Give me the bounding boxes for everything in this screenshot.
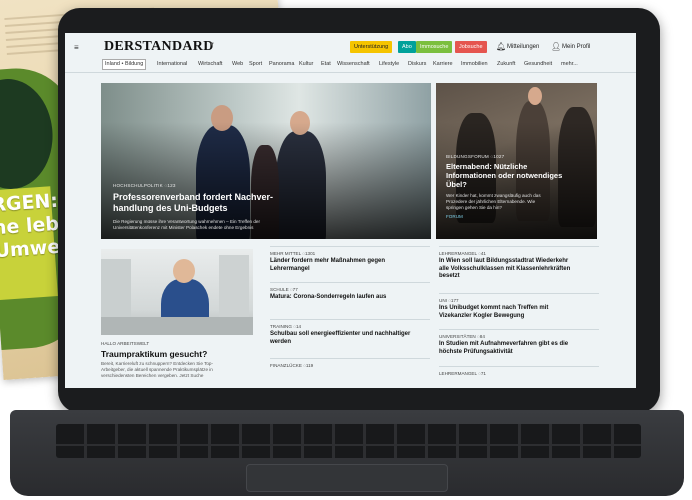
- abo-button[interactable]: Abo: [398, 41, 416, 53]
- nav-item-web[interactable]: Web: [232, 61, 243, 67]
- forum-story-card[interactable]: BILDUNGSFORUM ◌1027 Elternabend: Nützlic…: [436, 83, 597, 239]
- keyboard-row-gap: [56, 444, 641, 446]
- list-item[interactable]: UNIVERSITÄTEN ◌84 In Studien mit Aufnahm…: [439, 329, 599, 355]
- lead-teaser: Die Regierung müsse ihre Verantwortung w…: [113, 219, 260, 230]
- nav-item-etat[interactable]: Etat: [321, 61, 331, 67]
- nav-item-immobilien[interactable]: Immobilien: [461, 61, 488, 67]
- trackpad: [246, 464, 448, 492]
- photo-window: [219, 255, 249, 325]
- feature-card[interactable]: HALLO ARBEITSWELT Traumpraktikum gesucht…: [101, 249, 253, 378]
- list-item[interactable]: FINANZLÜCKE ◌119: [270, 358, 430, 368]
- nav-item-wissenschaft[interactable]: Wissenschaft: [337, 61, 370, 67]
- photo-shelf: [101, 259, 131, 319]
- list-item[interactable]: UNI ◌177 Ins Unibudget kommt nach Treffe…: [439, 293, 599, 319]
- immosuche-button[interactable]: Immosuche: [416, 41, 453, 53]
- hamburger-menu-icon[interactable]: ≡: [74, 43, 79, 52]
- forum-title[interactable]: Elternabend: Nützliche Informationen ode…: [446, 162, 562, 189]
- site-logo[interactable]: DERSTANDARD: [104, 39, 214, 55]
- section-nav: Inland • Bildung International Wirtschaf…: [65, 58, 636, 73]
- lead-title[interactable]: Professorenverband fordert Nachver- hand…: [113, 192, 273, 214]
- list-item[interactable]: SCHULE ◌77 Matura: Corona-Sonderregeln l…: [270, 282, 430, 300]
- laptop-screen: ≡ DERSTANDARD ▼ Unterstützung Abo Immosu…: [65, 33, 636, 388]
- nav-item-inland-bildung[interactable]: Inland • Bildung: [102, 59, 147, 70]
- notifications-link[interactable]: Mitteilungen: [507, 44, 539, 50]
- laptop-keyboard: [10, 410, 684, 496]
- nav-item-kultur[interactable]: Kultur: [299, 61, 313, 67]
- photo-head-intern: [173, 259, 195, 283]
- jobsuche-button[interactable]: Jobsuche: [455, 41, 487, 53]
- nav-item-panorama[interactable]: Panorama: [269, 61, 294, 67]
- nav-item-zukunft[interactable]: Zukunft: [497, 61, 515, 67]
- nav-item-karriere[interactable]: Karriere: [433, 61, 453, 67]
- nav-item-more[interactable]: mehr...: [561, 61, 578, 67]
- profile-link[interactable]: Mein Profil: [562, 44, 590, 50]
- forum-kicker: BILDUNGSFORUM ◌1027: [446, 154, 505, 159]
- nav-item-international[interactable]: International: [157, 61, 187, 67]
- feature-teaser: Bereit, Karriereluft zu schnuppern? Entd…: [101, 361, 214, 378]
- feature-kicker: HALLO ARBEITSWELT: [101, 341, 150, 346]
- list-item[interactable]: TRAINING ◌14 Schulbau soll energieeffizi…: [270, 319, 430, 345]
- photo-desk: [101, 317, 253, 335]
- list-item[interactable]: MEHR MITTEL ◌1301 Länder fordern mehr Ma…: [270, 246, 430, 272]
- lead-story-card[interactable]: HOCHSCHULPOLITIK ◌123 Professorenverband…: [101, 83, 431, 239]
- bell-icon[interactable]: 🔔︎: [496, 42, 506, 51]
- photo-hand-raised: [528, 87, 542, 105]
- lead-kicker: HOCHSCHULPOLITIK ◌123: [113, 183, 176, 188]
- feature-image: [101, 249, 253, 335]
- chevron-down-icon[interactable]: ▼: [209, 42, 215, 48]
- nav-item-diskurs[interactable]: Diskurs: [408, 61, 426, 67]
- keyboard-keys: [56, 424, 641, 458]
- list-item[interactable]: LEHRERMANGEL ◌41 In Wien soll laut Bildu…: [439, 246, 599, 279]
- nav-item-lifestyle[interactable]: Lifestyle: [379, 61, 399, 67]
- site-header: ≡ DERSTANDARD ▼ Unterstützung Abo Immosu…: [65, 33, 636, 58]
- nav-item-gesundheit[interactable]: Gesundheit: [524, 61, 552, 67]
- forum-link[interactable]: FORUM: [446, 214, 463, 219]
- nav-item-sport[interactable]: Sport: [249, 61, 262, 67]
- support-button[interactable]: Unterstützung: [350, 41, 393, 53]
- user-icon[interactable]: 👤︎: [551, 42, 561, 51]
- feature-title[interactable]: Traumpraktikum gesucht?: [101, 349, 207, 359]
- list-item[interactable]: LEHRERMANGEL ◌71: [439, 366, 599, 376]
- forum-teaser: Wer Kinder hat, kommt zwangsläufig auch …: [446, 193, 541, 210]
- nav-item-wirtschaft[interactable]: Wirtschaft: [198, 61, 222, 67]
